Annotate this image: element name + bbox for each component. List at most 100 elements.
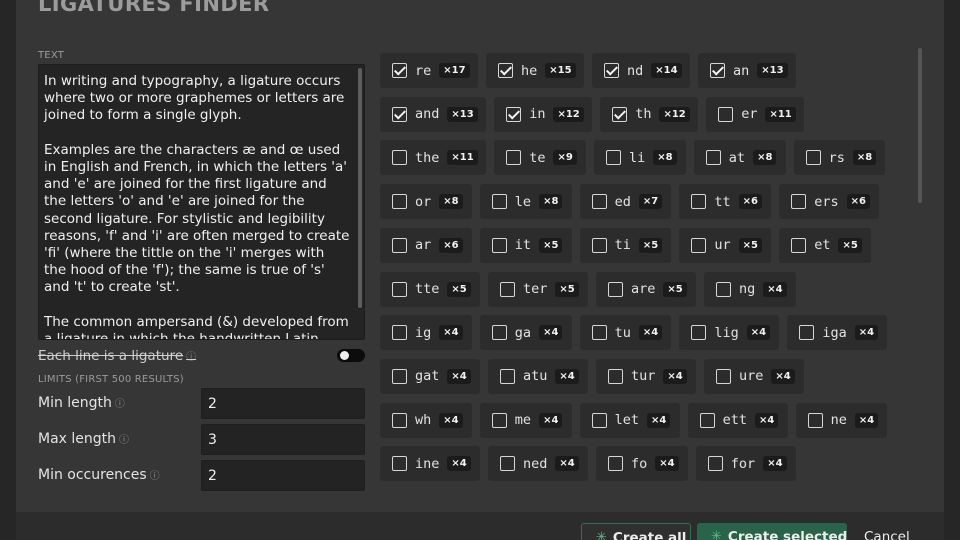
ligature-checkbox[interactable] <box>791 194 807 210</box>
ligature-checkbox[interactable] <box>498 63 513 78</box>
ligature-checkbox[interactable] <box>710 63 725 78</box>
ligature-chip[interactable]: iga ×4 <box>787 315 888 351</box>
ligature-chip[interactable]: ar ×6 <box>380 227 472 263</box>
ligature-checkbox[interactable] <box>491 237 507 253</box>
ligature-chip[interactable]: ter ×5 <box>488 271 588 307</box>
ligature-checkbox[interactable] <box>699 412 715 428</box>
ligature-chip[interactable]: ett ×4 <box>687 402 788 438</box>
min-occurences-input[interactable]: 2 <box>201 460 365 491</box>
ligature-chip[interactable]: ga ×4 <box>479 315 572 351</box>
ligature-chip[interactable]: in ×12 <box>494 96 593 132</box>
ligature-checkbox[interactable] <box>392 194 407 210</box>
ligature-checkbox[interactable] <box>392 63 407 78</box>
ligature-checkbox[interactable] <box>500 368 515 384</box>
ligature-chip[interactable]: ng ×4 <box>704 271 796 307</box>
ligature-chip[interactable]: ine ×4 <box>380 446 480 482</box>
ligature-checkbox[interactable] <box>718 106 734 122</box>
ligature-chip[interactable]: tt ×6 <box>679 184 772 220</box>
ligature-checkbox[interactable] <box>491 325 507 341</box>
ligature-checkbox[interactable] <box>705 150 721 166</box>
ligature-chip[interactable]: an ×13 <box>698 53 796 88</box>
results-scrollbar[interactable] <box>918 48 922 203</box>
ligature-checkbox[interactable] <box>608 368 623 384</box>
ligature-chip[interactable]: fo ×4 <box>596 446 688 482</box>
ligature-checkbox[interactable] <box>500 456 515 472</box>
ligature-chip[interactable]: wh ×4 <box>380 402 472 438</box>
ligature-chip[interactable]: tur ×4 <box>596 358 696 394</box>
create-selected-button[interactable]: ✳ Create selected <box>697 523 847 540</box>
ligature-chip[interactable]: he ×15 <box>486 53 584 88</box>
ligature-chip[interactable]: re ×17 <box>380 53 478 88</box>
ligature-chip[interactable]: er ×11 <box>706 96 805 132</box>
ligature-chip[interactable]: are ×5 <box>596 271 696 307</box>
ligature-chip[interactable]: or ×8 <box>380 184 472 220</box>
ligature-chip[interactable]: rs ×8 <box>793 140 886 176</box>
ligature-checkbox[interactable] <box>392 237 407 253</box>
cancel-button[interactable]: Cancel <box>864 523 924 540</box>
ligature-chip[interactable]: ned ×4 <box>488 446 588 482</box>
ligature-checkbox[interactable] <box>606 150 621 166</box>
ligature-chip[interactable]: me ×4 <box>479 402 572 438</box>
ligature-checkbox[interactable] <box>591 237 607 253</box>
ligature-chip[interactable]: gat ×4 <box>380 358 480 394</box>
ligature-chip[interactable]: ne ×4 <box>795 402 888 438</box>
min-length-input[interactable]: 2 <box>201 388 365 419</box>
ligature-chip[interactable]: atu ×4 <box>488 358 588 394</box>
ligature-chip[interactable]: ers ×6 <box>779 184 880 220</box>
ligature-chip[interactable]: nd ×14 <box>592 53 690 88</box>
ligature-chip[interactable]: and ×13 <box>380 96 487 132</box>
ligature-checkbox[interactable] <box>716 368 731 384</box>
ligature-chip[interactable]: te ×9 <box>494 140 586 176</box>
ligature-chip[interactable]: et ×5 <box>779 227 871 263</box>
ligature-checkbox[interactable] <box>691 194 707 210</box>
ligature-chip[interactable]: th ×12 <box>600 96 699 132</box>
ligature-checkbox[interactable] <box>491 194 507 210</box>
ligature-checkbox[interactable] <box>392 281 407 297</box>
ligature-checkbox[interactable] <box>691 325 707 341</box>
ligature-checkbox[interactable] <box>805 150 821 166</box>
ligature-chip[interactable]: at ×8 <box>693 140 786 176</box>
ligature-chip[interactable]: the ×11 <box>380 140 487 176</box>
ligature-checkbox[interactable] <box>591 325 607 341</box>
text-area-scrollbar[interactable] <box>358 68 362 308</box>
ligature-checkbox[interactable] <box>791 237 807 253</box>
ligature-chip[interactable]: ig ×4 <box>380 315 472 351</box>
ligature-chip[interactable]: ed ×7 <box>579 184 672 220</box>
ligature-chip[interactable]: it ×5 <box>479 227 572 263</box>
ligature-chip[interactable]: ur ×5 <box>679 227 772 263</box>
ligature-checkbox[interactable] <box>392 412 407 428</box>
ligature-chip[interactable]: lig ×4 <box>679 315 780 351</box>
ligature-checkbox[interactable] <box>392 150 407 166</box>
ligature-chip[interactable]: ti ×5 <box>579 227 672 263</box>
ligature-checkbox[interactable] <box>608 456 623 472</box>
ligature-checkbox[interactable] <box>691 237 707 253</box>
ligature-checkbox[interactable] <box>392 106 407 122</box>
ligature-checkbox[interactable] <box>807 412 823 428</box>
ligature-checkbox[interactable] <box>612 106 628 122</box>
ligature-checkbox[interactable] <box>591 412 607 428</box>
ligature-checkbox[interactable] <box>707 456 723 472</box>
ligature-chip[interactable]: let ×4 <box>579 402 680 438</box>
ligature-chip[interactable]: tte ×5 <box>380 271 480 307</box>
ligature-checkbox[interactable] <box>491 412 507 428</box>
max-length-input[interactable]: 3 <box>201 424 365 455</box>
each-line-toggle[interactable] <box>337 349 365 362</box>
ligature-checkbox[interactable] <box>799 325 815 341</box>
ligature-checkbox[interactable] <box>392 325 407 341</box>
ligature-checkbox[interactable] <box>500 281 515 297</box>
ligature-checkbox[interactable] <box>716 281 731 297</box>
ligature-chip[interactable]: for ×4 <box>695 446 796 482</box>
create-all-button[interactable]: ✳ Create all <box>581 523 691 540</box>
ligature-checkbox[interactable] <box>506 150 522 166</box>
ligature-chip[interactable]: le ×8 <box>479 184 572 220</box>
ligature-chip[interactable]: ure ×4 <box>704 358 804 394</box>
ligature-checkbox[interactable] <box>506 106 522 122</box>
ligature-chip[interactable]: tu ×4 <box>579 315 672 351</box>
ligature-chip[interactable]: li ×8 <box>594 140 686 176</box>
ligature-checkbox[interactable] <box>392 368 407 384</box>
ligature-checkbox[interactable] <box>604 63 619 78</box>
text-area[interactable]: In writing and typography, a ligature oc… <box>38 64 365 340</box>
ligature-checkbox[interactable] <box>392 456 407 472</box>
ligature-checkbox[interactable] <box>591 194 607 210</box>
ligature-checkbox[interactable] <box>608 281 623 297</box>
